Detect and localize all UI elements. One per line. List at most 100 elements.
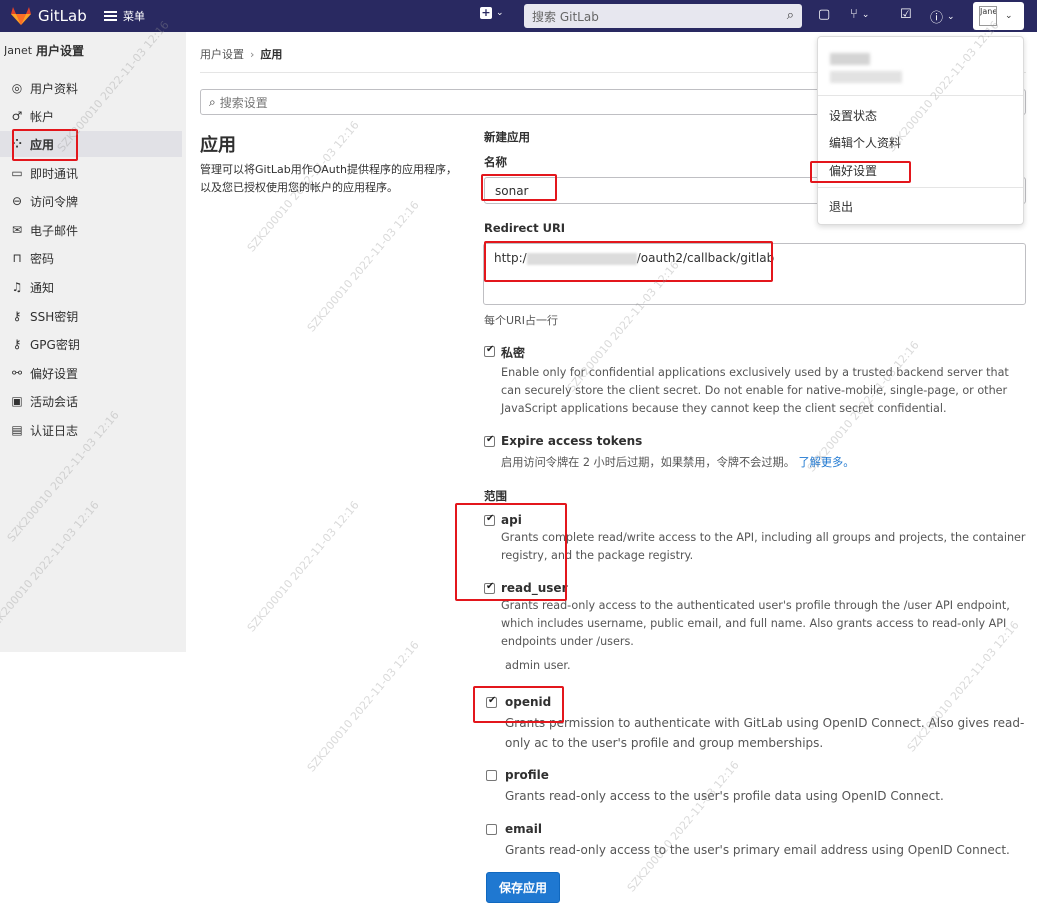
issues-button[interactable]: ▢: [818, 7, 830, 22]
user-avatar-image: Janet: [4, 44, 33, 57]
sidebar-item-label: 通知: [30, 280, 55, 295]
breadcrumb-parent[interactable]: 用户设置: [200, 46, 244, 62]
sidebar-item-label: 访问令牌: [30, 194, 79, 209]
breadcrumb-separator: ›: [250, 47, 255, 61]
breadcrumb-current: 应用: [260, 48, 283, 61]
avatar: Janet: [979, 6, 997, 26]
watermark: SZK200010 2022-11-03 12:16: [304, 638, 422, 775]
tanuki-icon: [11, 7, 31, 25]
new-item-button[interactable]: + ⌄: [480, 7, 504, 19]
scope-profile-checkbox[interactable]: [486, 770, 497, 781]
scope-profile-description: Grants read-only access to the user's pr…: [505, 789, 944, 803]
confidential-label: 私密: [501, 346, 526, 360]
save-application-button[interactable]: 保存应用: [486, 872, 560, 903]
annotation-box: [484, 241, 773, 282]
sidebar-item-chat[interactable]: ▭ 即时通讯: [0, 160, 182, 186]
section-title: 应用: [200, 135, 236, 156]
clipped-text: admin user.: [505, 660, 571, 672]
menu-label: 菜单: [123, 10, 145, 23]
menu-button[interactable]: 菜单: [104, 8, 145, 24]
sidebar-item-access-tokens[interactable]: ⊖ 访问令牌: [0, 188, 182, 214]
monitor-icon: ▣: [11, 394, 23, 408]
set-status-item[interactable]: 设置状态: [829, 107, 877, 124]
expire-tokens-label: Expire access tokens: [501, 434, 643, 448]
chevron-down-icon: ⌄: [861, 9, 870, 20]
user-circle-icon: ◎: [11, 81, 23, 95]
sidebar-item-label: 用户资料: [30, 81, 79, 96]
key-icon: ⚷: [12, 309, 22, 323]
sidebar-item-label: 密码: [30, 251, 55, 266]
sidebar-item-preferences[interactable]: ⚯ 偏好设置: [0, 360, 182, 386]
annotation-box: [12, 129, 78, 161]
expire-tokens-checkbox[interactable]: [484, 434, 495, 447]
dropdown-divider: [818, 95, 1023, 96]
sidebar-item-password[interactable]: ⊓ 密码: [0, 245, 182, 271]
expire-tokens-text: 启用访问令牌在 2 小时后过期，如果禁用，令牌不会过期。: [501, 456, 795, 469]
search-placeholder: 搜索 GitLab: [532, 9, 599, 24]
preferences-icon: ⚯: [11, 366, 23, 380]
form-heading: 新建应用: [484, 130, 530, 144]
sidebar-item-gpg-keys[interactable]: ⚷ GPG密钥: [0, 331, 182, 357]
name-label: 名称: [484, 155, 507, 169]
learn-more-link[interactable]: 了解更多。: [798, 456, 854, 469]
help-button[interactable]: ⓘ ⌄: [930, 7, 955, 26]
todo-checkbox-icon: ☑: [900, 7, 912, 22]
sidebar-item-label: 电子邮件: [30, 223, 79, 238]
sidebar-item-label: 活动会话: [30, 394, 79, 409]
sidebar-header[interactable]: Janet 用户设置: [4, 42, 84, 59]
token-icon: ⊖: [11, 194, 23, 208]
todos-button[interactable]: ☑: [900, 7, 912, 22]
chat-icon: ▭: [11, 166, 23, 180]
lock-icon: ⊓: [12, 251, 22, 265]
chevron-down-icon: ⌄: [496, 8, 504, 18]
confidential-checkbox[interactable]: [484, 344, 495, 357]
user-menu-button[interactable]: Janet ⌄: [973, 2, 1024, 30]
sidebar-item-profile[interactable]: ◎ 用户资料: [0, 75, 182, 101]
scope-email-label: email: [505, 822, 542, 836]
sidebar-item-label: 偏好设置: [30, 366, 79, 381]
search-icon: ⌕: [209, 94, 216, 109]
chevron-down-icon: ⌄: [947, 11, 955, 22]
sidebar-item-ssh-keys[interactable]: ⚷ SSH密钥: [0, 303, 182, 329]
clipped-scope-description: admin user.: [505, 660, 571, 674]
sidebar-item-auth-log[interactable]: ▤ 认证日志: [0, 417, 182, 443]
scope-email-checkbox[interactable]: [486, 824, 497, 835]
log-icon: ▤: [11, 423, 23, 437]
sidebar-item-label: 即时通讯: [30, 166, 79, 181]
scope-openid-description: Grants permission to authenticate with G…: [505, 716, 1025, 750]
account-icon: ♂: [11, 109, 23, 123]
annotation-box: [473, 686, 564, 723]
scopes-label: 范围: [484, 489, 507, 503]
sidebar-item-account[interactable]: ♂ 帐户: [0, 103, 182, 129]
scope-api-description: Grants complete read/write access to the…: [501, 531, 1026, 562]
global-search-input[interactable]: 搜索 GitLab ⌕: [524, 4, 802, 28]
sidebar-item-emails[interactable]: ✉ 电子邮件: [0, 217, 182, 243]
merge-request-icon: ⑂: [850, 7, 858, 22]
scope-profile-label: profile: [505, 768, 549, 782]
expire-tokens-description: 启用访问令牌在 2 小时后过期，如果禁用，令牌不会过期。 了解更多。: [501, 454, 1031, 472]
search-icon: ⌕: [786, 8, 794, 23]
settings-search-placeholder: 搜索设置: [219, 95, 268, 110]
redacted-username: [830, 71, 902, 83]
top-navbar: GitLab 菜单 + ⌄ 搜索 GitLab ⌕ ▢ ⑂ ⌄ ☑ ⓘ ⌄ Ja…: [0, 0, 1037, 32]
annotation-box: [455, 503, 567, 601]
user-dropdown-menu: 设置状态 编辑个人资料 偏好设置 退出: [817, 36, 1024, 225]
sidebar-item-label: 帐户: [30, 109, 55, 124]
sign-out-item[interactable]: 退出: [829, 198, 853, 215]
redirect-uri-hint: 每个URI占一行: [484, 314, 558, 327]
watermark: SZK200010 2022-11-03 12:16: [244, 498, 362, 635]
breadcrumb: 用户设置 › 应用: [200, 46, 282, 62]
redirect-uri-label: Redirect URI: [484, 221, 566, 235]
hamburger-icon: [104, 11, 117, 21]
annotation-box: [481, 174, 557, 201]
sidebar-item-active-sessions[interactable]: ▣ 活动会话: [0, 388, 182, 414]
help-icon: ⓘ: [930, 11, 944, 26]
mail-icon: ✉: [11, 223, 23, 237]
plus-square-icon: +: [480, 6, 492, 19]
gitlab-logo[interactable]: GitLab: [10, 6, 87, 26]
edit-profile-item[interactable]: 编辑个人资料: [829, 134, 901, 151]
sidebar-item-label: 认证日志: [30, 423, 79, 438]
sidebar-item-notifications[interactable]: ♫ 通知: [0, 274, 182, 300]
chevron-down-icon: ⌄: [1005, 11, 1013, 21]
merge-requests-button[interactable]: ⑂ ⌄: [850, 7, 869, 22]
